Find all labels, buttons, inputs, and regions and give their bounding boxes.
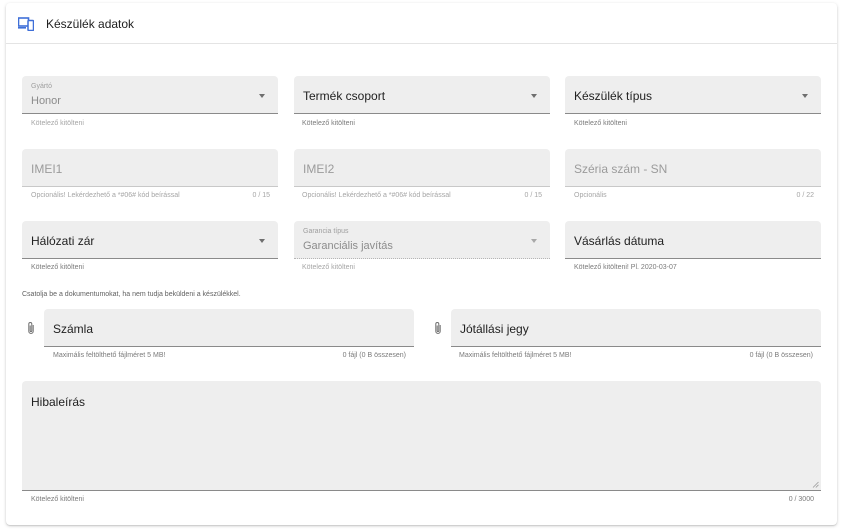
- warranty-type-value: Garanciális javítás: [303, 240, 393, 252]
- manufacturer-value: Honor: [31, 95, 61, 107]
- imei1-hint: Opcionális! Lekérdezhető a *#06# kód beí…: [31, 192, 180, 199]
- invoice-counter: 0 fájl (0 B összesen): [342, 352, 406, 359]
- purchase-date-hint: Kötelező kitölteni! Pl. 2020-03-07: [574, 264, 677, 271]
- serial-number-placeholder: Széria szám - SN: [574, 162, 668, 176]
- imei2-input[interactable]: IMEI2: [294, 149, 550, 187]
- fault-description-textarea[interactable]: Hibaleírás: [22, 381, 821, 491]
- invoice-hint: Maximális feltölthető fájlméret 5 MB!: [53, 352, 166, 359]
- invoice-file-input[interactable]: Számla: [44, 309, 414, 347]
- dropdown-arrow-icon: [259, 94, 265, 98]
- manufacturer-select[interactable]: Gyártó Honor: [22, 76, 278, 114]
- dropdown-arrow-icon: [531, 239, 537, 243]
- imei2-counter: 0 / 15: [524, 192, 542, 199]
- dropdown-arrow-icon: [802, 94, 808, 98]
- serial-number-input[interactable]: Széria szám - SN: [565, 149, 821, 187]
- product-group-select[interactable]: Termék csoport: [294, 76, 550, 114]
- imei1-counter: 0 / 15: [252, 192, 270, 199]
- warranty-type-select: Garancia típus Garanciális javítás: [294, 221, 550, 259]
- warranty-card-counter: 0 fájl (0 B összesen): [749, 352, 813, 359]
- warranty-type-hint: Kötelező kitölteni: [302, 264, 355, 271]
- purchase-date-input[interactable]: Vásárlás dátuma: [565, 221, 821, 259]
- invoice-label: Számla: [53, 322, 94, 336]
- resize-handle-icon[interactable]: [812, 481, 819, 488]
- network-lock-label: Hálózati zár: [31, 234, 95, 248]
- imei1-placeholder: IMEI1: [31, 162, 63, 176]
- warranty-card-hint: Maximális feltölthető fájlméret 5 MB!: [459, 352, 572, 359]
- network-lock-select[interactable]: Hálózati zár: [22, 221, 278, 259]
- fault-description-counter: 0 / 3000: [788, 496, 814, 503]
- device-type-hint: Kötelező kitölteni: [574, 120, 627, 127]
- paperclip-icon[interactable]: [26, 321, 36, 335]
- devices-icon: [18, 17, 34, 31]
- imei1-input[interactable]: IMEI1: [22, 149, 278, 187]
- warranty-card-file-input[interactable]: Jótállási jegy: [451, 309, 821, 347]
- dropdown-arrow-icon: [259, 239, 265, 243]
- warranty-card-label: Jótállási jegy: [460, 322, 529, 336]
- attachments-note: Csatolja be a dokumentumokat, ha nem tud…: [22, 291, 241, 298]
- product-group-hint: Kötelező kitölteni: [302, 120, 355, 127]
- device-details-card: Készülék adatok Gyártó Honor Kötelező ki…: [6, 3, 837, 525]
- paperclip-icon[interactable]: [433, 321, 443, 335]
- fault-description-hint: Kötelező kitölteni: [31, 496, 84, 503]
- manufacturer-label: Gyártó: [31, 83, 53, 90]
- purchase-date-label: Vásárlás dátuma: [574, 234, 665, 248]
- fault-description-label: Hibaleírás: [31, 395, 86, 409]
- manufacturer-hint: Kötelező kitölteni: [31, 120, 84, 127]
- device-type-label: Készülék típus: [574, 89, 653, 103]
- serial-number-counter: 0 / 22: [796, 192, 814, 199]
- dropdown-arrow-icon: [531, 94, 537, 98]
- warranty-type-label: Garancia típus: [303, 228, 349, 235]
- imei2-hint: Opcionális! Lekérdezhető a *#06# kód beí…: [302, 192, 451, 199]
- card-header: Készülék adatok: [6, 3, 837, 44]
- imei2-placeholder: IMEI2: [303, 162, 335, 176]
- network-lock-hint: Kötelező kitölteni: [31, 264, 84, 271]
- serial-number-hint: Opcionális: [574, 192, 607, 199]
- card-title: Készülék adatok: [46, 17, 135, 31]
- device-type-select[interactable]: Készülék típus: [565, 76, 821, 114]
- product-group-label: Termék csoport: [303, 89, 386, 103]
